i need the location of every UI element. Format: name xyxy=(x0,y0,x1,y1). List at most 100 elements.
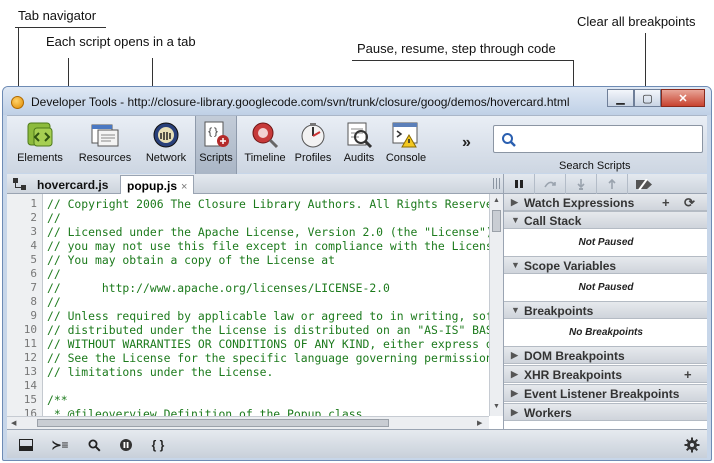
section-workers[interactable]: ▶ Workers xyxy=(504,403,707,421)
section-label: DOM Breakpoints xyxy=(524,349,625,363)
scroll-left-icon[interactable]: ◀ xyxy=(11,419,16,427)
title-bar[interactable]: Developer Tools - http://closure-library… xyxy=(3,87,711,115)
search-scripts-label: Search Scripts xyxy=(559,160,631,172)
scroll-thumb[interactable] xyxy=(37,419,389,427)
toolbar-label: Profiles xyxy=(294,152,332,164)
panel-toolbar: Elements Resources Network {} Scripts Ti… xyxy=(7,115,707,174)
status-bar: ≻≡ { } xyxy=(7,429,707,458)
tab-navigator-icon[interactable] xyxy=(13,178,27,190)
code-line: /** xyxy=(47,393,68,407)
toolbar-timeline[interactable]: Timeline xyxy=(241,120,289,172)
line-number[interactable]: 5 xyxy=(30,253,37,266)
section-xhr-breakpoints[interactable]: ▶ XHR Breakpoints + xyxy=(504,365,707,383)
search-scripts-input[interactable] xyxy=(493,125,703,153)
window-title: Developer Tools - http://closure-library… xyxy=(31,95,570,109)
line-number[interactable]: 4 xyxy=(30,239,37,252)
scroll-thumb[interactable] xyxy=(492,210,501,232)
console-icon xyxy=(392,122,418,148)
step-out-button[interactable] xyxy=(597,174,628,194)
scroll-up-icon[interactable]: ▲ xyxy=(493,197,500,204)
code-line: // xyxy=(47,295,61,309)
line-number[interactable]: 9 xyxy=(30,309,37,322)
pause-icon xyxy=(515,180,523,188)
toolbar-elements[interactable]: Elements xyxy=(13,120,67,172)
line-number[interactable]: 13 xyxy=(24,365,37,378)
tab-label: hovercard.js xyxy=(37,178,109,192)
section-call-stack[interactable]: ▼ Call Stack xyxy=(504,211,707,229)
toolbar-overflow-button[interactable]: » xyxy=(462,134,471,152)
code-line: // http://www.apache.org/licenses/LICENS… xyxy=(47,281,390,295)
step-over-button[interactable] xyxy=(535,174,566,194)
dock-toggle-button[interactable] xyxy=(11,435,41,455)
vertical-scrollbar[interactable]: ▲ ▼ xyxy=(489,194,503,416)
pause-on-exceptions-icon xyxy=(120,439,132,451)
toolbar-label: Elements xyxy=(17,152,63,164)
source-code-view[interactable]: 1 2 3 4 5 6 7 8 9 10 11 12 13 14 15 16 // Copyright 200… xyxy=(7,194,503,429)
maximize-icon[interactable]: ▢ xyxy=(634,89,661,107)
debugger-controls xyxy=(503,174,707,194)
toolbar-label: Scripts xyxy=(199,152,233,164)
toolbar-audits[interactable]: Audits xyxy=(339,120,379,172)
refresh-icon[interactable]: ⟳ xyxy=(684,195,695,211)
toolbar-console[interactable]: Console xyxy=(383,120,429,172)
collapsed-arrow-icon: ▶ xyxy=(511,369,518,379)
code-line: // Licensed under the Apache License, Ve… xyxy=(47,225,500,239)
toolbar-resources[interactable]: Resources xyxy=(75,120,135,172)
pause-on-exceptions-button[interactable] xyxy=(111,435,141,455)
line-number-gutter[interactable]: 1 2 3 4 5 6 7 8 9 10 11 12 13 14 15 16 xyxy=(7,194,43,429)
pause-button[interactable] xyxy=(504,174,535,194)
section-event-listener-breakpoints[interactable]: ▶ Event Listener Breakpoints xyxy=(504,384,707,402)
settings-button[interactable] xyxy=(677,435,707,455)
breakpoints-status: No Breakpoints xyxy=(569,327,643,338)
call-stack-status: Not Paused xyxy=(578,237,634,248)
tab-popup-js[interactable]: popup.js × xyxy=(120,175,195,194)
resize-grip[interactable] xyxy=(493,178,501,189)
step-out-icon xyxy=(608,178,616,189)
pretty-print-button[interactable]: { } xyxy=(143,435,173,455)
timeline-icon xyxy=(252,122,279,149)
section-watch-expressions[interactable]: ▶ Watch Expressions + ⟳ xyxy=(504,194,707,211)
line-number[interactable]: 7 xyxy=(30,281,37,294)
toolbar-network[interactable]: Network xyxy=(141,120,191,172)
code-line: // WITHOUT WARRANTIES OR CONDITIONS OF A… xyxy=(47,337,500,351)
annotation-underline xyxy=(352,60,574,61)
section-label: Workers xyxy=(524,406,572,420)
line-number[interactable]: 10 xyxy=(24,323,37,336)
section-dom-breakpoints[interactable]: ▶ DOM Breakpoints xyxy=(504,346,707,364)
line-number[interactable]: 1 xyxy=(30,197,37,210)
line-number[interactable]: 6 xyxy=(30,267,37,280)
toolbar-scripts[interactable]: {} Scripts xyxy=(195,116,237,174)
annotation-underline xyxy=(15,27,106,28)
line-number[interactable]: 3 xyxy=(30,225,37,238)
toolbar-profiles[interactable]: Profiles xyxy=(291,120,335,172)
section-scope-variables[interactable]: ▼ Scope Variables xyxy=(504,256,707,274)
collapsed-arrow-icon: ▶ xyxy=(511,350,518,360)
tab-hovercard-js[interactable]: hovercard.js xyxy=(31,175,114,194)
line-number[interactable]: 14 xyxy=(24,379,37,392)
line-number[interactable]: 8 xyxy=(30,295,37,308)
scroll-right-icon[interactable]: ▶ xyxy=(477,419,482,427)
toolbar-label: Network xyxy=(145,152,187,164)
tab-close-icon[interactable]: × xyxy=(181,181,187,193)
line-number[interactable]: 2 xyxy=(30,211,37,224)
line-number[interactable]: 11 xyxy=(24,337,37,350)
horizontal-scrollbar[interactable]: ◀ ▶ xyxy=(7,416,489,429)
scroll-down-icon[interactable]: ▼ xyxy=(493,403,500,410)
line-number[interactable]: 15 xyxy=(24,393,37,406)
gear-icon xyxy=(684,437,700,453)
debugger-sidebar: ▶ Watch Expressions + ⟳ ▼ Call Stack Not… xyxy=(503,194,707,429)
console-toggle-button[interactable]: ≻≡ xyxy=(45,435,75,455)
add-watch-button[interactable]: + xyxy=(662,195,670,210)
step-into-button[interactable] xyxy=(566,174,597,194)
add-xhr-breakpoint-button[interactable]: + xyxy=(684,367,692,382)
line-number[interactable]: 12 xyxy=(24,351,37,364)
scope-variables-status: Not Paused xyxy=(578,282,634,293)
section-breakpoints[interactable]: ▼ Breakpoints xyxy=(504,301,707,319)
deactivate-breakpoints-button[interactable] xyxy=(628,174,659,194)
svg-text:{}: {} xyxy=(207,127,219,138)
search-button[interactable] xyxy=(79,435,109,455)
minimize-icon[interactable]: ▁ xyxy=(607,89,634,107)
annotation-clear-breakpoints: Clear all breakpoints xyxy=(577,14,696,29)
close-icon[interactable]: ✕ xyxy=(661,89,705,107)
search-icon xyxy=(502,133,516,147)
